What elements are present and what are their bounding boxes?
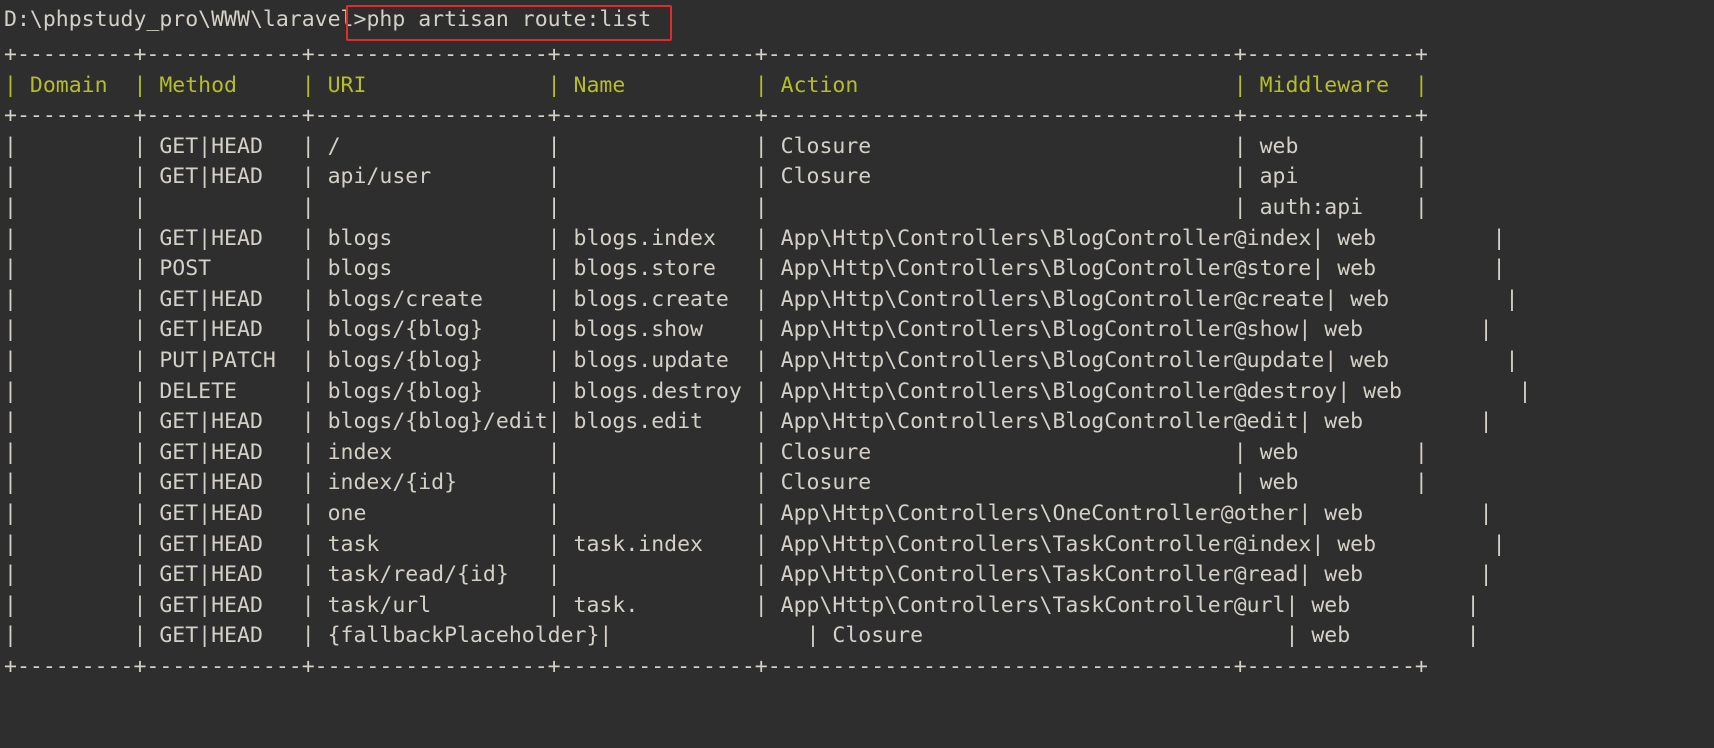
table-row: | | PUT|PATCH | blogs/{blog} | blogs.upd… xyxy=(4,347,1519,373)
table-row: | | GET|HEAD | api/user | | Closure | ap… xyxy=(4,164,1428,190)
table-row: | | GET|HEAD | / | | Closure | web | xyxy=(4,133,1428,159)
table-row: | | POST | blogs | blogs.store | App\Htt… xyxy=(4,256,1506,282)
table-row: | | GET|HEAD | blogs/{blog}/edit| blogs.… xyxy=(4,409,1493,435)
command-text: php artisan route:list xyxy=(366,7,652,32)
table-row: | | DELETE | blogs/{blog} | blogs.destro… xyxy=(4,378,1532,404)
table-row: | | GET|HEAD | index | | Closure | web | xyxy=(4,439,1428,465)
table-row: | | GET|HEAD | task/read/{id} | | App\Ht… xyxy=(4,562,1493,588)
table-row: | | GET|HEAD | blogs/{blog} | blogs.show… xyxy=(4,317,1493,343)
command-prompt-line: D:\phpstudy_pro\WWW\laravel>php artisan … xyxy=(0,0,1714,41)
table-row: | | GET|HEAD | task/url | task. | App\Ht… xyxy=(4,592,1480,618)
table-body: | | GET|HEAD | / | | Closure | web | | | … xyxy=(4,132,1714,652)
table-row: | | GET|HEAD | {fallbackPlaceholder}| | … xyxy=(4,623,1480,649)
prompt-path: D:\phpstudy_pro\WWW\laravel> xyxy=(4,7,367,32)
terminal-window: D:\phpstudy_pro\WWW\laravel>php artisan … xyxy=(0,0,1714,748)
table-row: | | | | | | auth:api | xyxy=(4,194,1428,220)
table-row: | | GET|HEAD | index/{id} | | Closure | … xyxy=(4,470,1428,496)
table-separator-top: +---------+------------+----------------… xyxy=(4,42,1428,67)
table-separator-bottom: +---------+------------+----------------… xyxy=(4,653,1428,679)
table-row: | | GET|HEAD | blogs/create | blogs.crea… xyxy=(4,286,1519,312)
table-row: | | GET|HEAD | one | | App\Http\Controll… xyxy=(4,500,1493,526)
table-row: | | GET|HEAD | task | task.index | App\H… xyxy=(4,531,1506,557)
table-header-row: | Domain | Method | URI | Name | Action … xyxy=(4,72,1428,98)
route-list-table: +---------+------------+----------------… xyxy=(0,40,1714,682)
table-row: | | GET|HEAD | blogs | blogs.index | App… xyxy=(4,225,1506,251)
table-separator-header: +---------+------------+----------------… xyxy=(4,103,1428,129)
